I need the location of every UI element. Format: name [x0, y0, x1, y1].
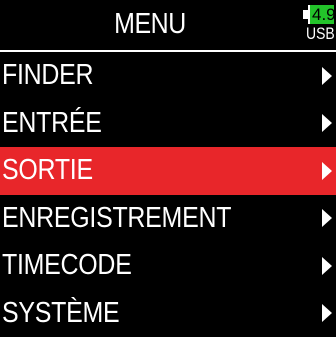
menu-item-enregistrement[interactable]: ENREGISTREMENT — [0, 195, 336, 243]
power-source-label: USB — [306, 24, 335, 43]
menu-item-label: ENTRÉE — [2, 106, 102, 139]
menu-item-label: SYSTÈME — [2, 296, 120, 329]
chevron-right-icon — [322, 114, 332, 133]
menu-item-label: FINDER — [2, 59, 94, 91]
chevron-right-icon — [322, 304, 332, 323]
menu-item-label: TIMECODE — [2, 249, 132, 281]
menu-item-finder[interactable]: FINDER — [0, 52, 336, 100]
battery-voltage: 4.9 — [308, 5, 334, 24]
menu-item-label: SORTIE — [2, 154, 93, 186]
menu-screen: MENU 4.9 USB FINDER ENTRÉE SORTIE ENREGI… — [0, 0, 336, 337]
chevron-right-icon — [322, 66, 332, 85]
header: MENU 4.9 USB — [0, 0, 336, 50]
menu-item-timecode[interactable]: TIMECODE — [0, 242, 336, 290]
menu-item-label: ENREGISTREMENT — [2, 201, 232, 234]
chevron-right-icon — [322, 161, 332, 180]
chevron-right-icon — [322, 256, 332, 275]
menu-item-sortie[interactable]: SORTIE — [0, 147, 336, 195]
page-title: MENU — [114, 8, 186, 40]
menu-item-systeme[interactable]: SYSTÈME — [0, 290, 336, 337]
menu-item-entree[interactable]: ENTRÉE — [0, 100, 336, 148]
chevron-right-icon — [322, 209, 332, 228]
battery-indicator: 4.9 USB — [303, 5, 336, 45]
menu-list: FINDER ENTRÉE SORTIE ENREGISTREMENT TIME… — [0, 52, 336, 337]
